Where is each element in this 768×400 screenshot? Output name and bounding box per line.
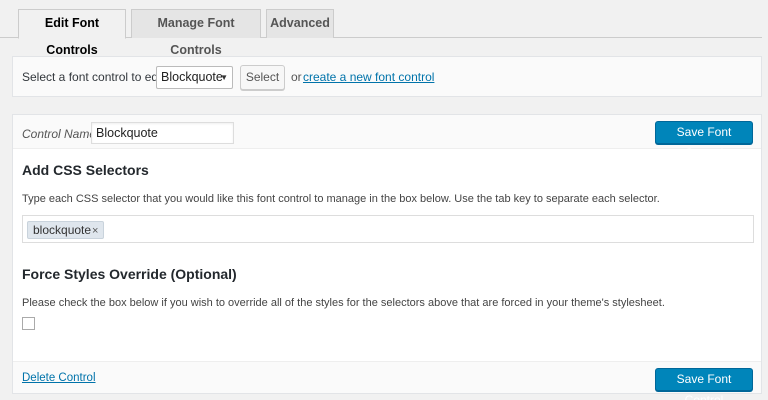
- select-button[interactable]: Select: [240, 65, 285, 90]
- panel-footer: Delete Control Save Font Control: [13, 361, 761, 400]
- tab-advanced[interactable]: Advanced: [266, 9, 334, 38]
- panel-header: Control Name Blockquote Save Font Contro…: [13, 115, 761, 160]
- control-name-input[interactable]: Blockquote: [91, 122, 234, 144]
- force-override-checkbox[interactable]: [22, 317, 35, 330]
- create-font-control-link[interactable]: create a new font control: [303, 70, 434, 84]
- delete-control-link[interactable]: Delete Control: [22, 372, 96, 384]
- font-controls-page: Edit Font Controls Manage Font Controls …: [0, 0, 768, 400]
- tab-manage-font-controls[interactable]: Manage Font Controls: [131, 9, 261, 57]
- force-override-title: Force Styles Override (Optional): [22, 266, 237, 282]
- save-font-control-button-bottom[interactable]: Save Font Control: [655, 368, 753, 400]
- tab-edit-font-controls[interactable]: Edit Font Controls: [18, 9, 126, 57]
- save-font-control-button-top[interactable]: Save Font Control: [655, 121, 753, 160]
- css-selectors-title: Add CSS Selectors: [22, 162, 149, 178]
- css-selectors-description: Type each CSS selector that you would li…: [22, 193, 660, 205]
- selector-tag: blockquote×: [27, 221, 105, 239]
- close-icon[interactable]: ×: [92, 225, 98, 237]
- select-control-label: Select a font control to edit:: [22, 70, 168, 84]
- font-control-panel: Control Name Blockquote Save Font Contro…: [12, 114, 762, 400]
- css-selectors-input[interactable]: blockquote×: [22, 215, 754, 243]
- force-override-description: Please check the box below if you wish t…: [22, 297, 665, 309]
- dropdown-selected-value: Blockquote: [161, 70, 223, 84]
- selector-tag-label: blockquote: [33, 223, 92, 237]
- control-name-label: Control Name: [22, 127, 97, 141]
- or-text: or: [291, 70, 302, 84]
- font-control-dropdown[interactable]: Blockquote ▼: [156, 66, 233, 89]
- select-control-box: Select a font control to edit: Blockquot…: [12, 56, 762, 97]
- chevron-down-icon: ▼: [220, 73, 228, 82]
- nav-tabs: Edit Font Controls Manage Font Controls …: [0, 0, 762, 57]
